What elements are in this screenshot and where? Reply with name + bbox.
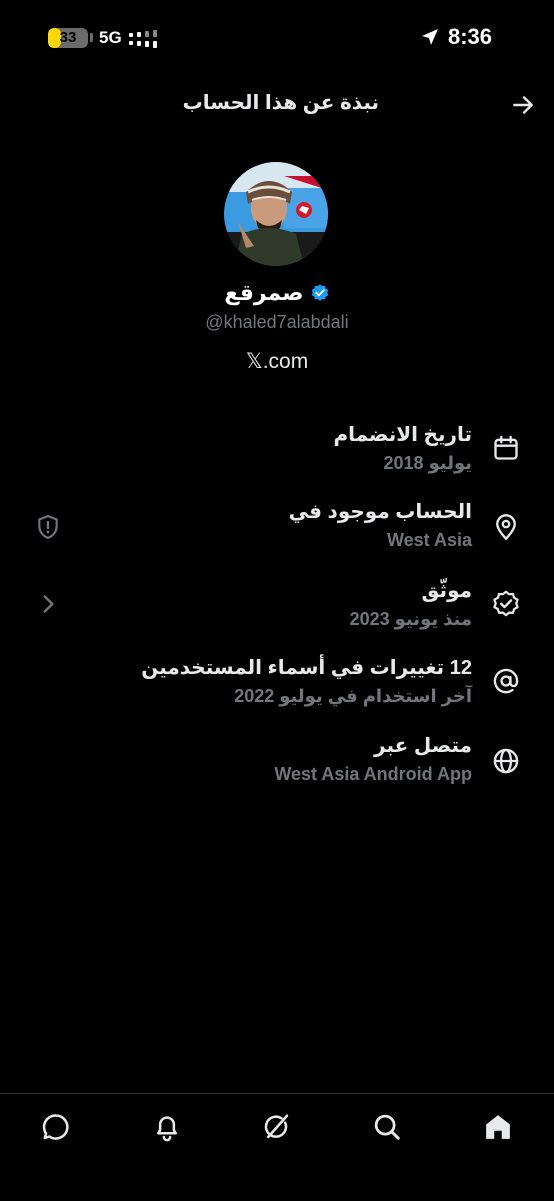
chat-icon[interactable] bbox=[41, 1112, 71, 1142]
grok-icon[interactable] bbox=[262, 1112, 292, 1142]
page-title: نبذة عن هذا الحساب bbox=[182, 92, 379, 114]
row-title: تاريخ الانضمام bbox=[333, 424, 472, 446]
row-account-location[interactable]: الحساب موجود في West Asia bbox=[0, 499, 554, 569]
row-join-date: تاريخ الانضمام يوليو 2018 bbox=[0, 422, 554, 492]
arrow-right-icon[interactable] bbox=[510, 92, 536, 118]
battery-tip bbox=[90, 33, 93, 42]
page-header: نبذة عن هذا الحساب bbox=[0, 74, 554, 134]
at-sign-icon bbox=[493, 668, 519, 694]
shield-alert-icon[interactable] bbox=[35, 514, 61, 540]
row-title: 12 تغييرات في أسماء المستخدمين bbox=[141, 657, 472, 679]
verified-outline-icon bbox=[493, 590, 519, 617]
row-username-changes: 12 تغييرات في أسماء المستخدمين آخر استخد… bbox=[0, 655, 554, 725]
display-name-row: صمرقع bbox=[0, 280, 554, 306]
status-bar: 33 5G 8:36 bbox=[0, 0, 554, 74]
row-subtitle: آخر استخدام في يوليو 2022 bbox=[234, 686, 472, 706]
calendar-icon bbox=[494, 435, 518, 460]
globe-icon bbox=[493, 748, 519, 774]
clock-time: 8:36 bbox=[447, 24, 492, 49]
row-subtitle: West Asia bbox=[386, 530, 472, 550]
bottom-nav bbox=[0, 1093, 554, 1201]
location-arrow-icon bbox=[421, 29, 438, 45]
website-link[interactable]: 𝕏.com bbox=[0, 349, 554, 374]
location-pin-icon bbox=[496, 514, 516, 541]
display-name: صمرقع bbox=[224, 280, 304, 305]
home-icon[interactable] bbox=[483, 1112, 513, 1142]
network-type: 5G bbox=[99, 28, 122, 47]
row-title: الحساب موجود في bbox=[288, 501, 472, 523]
signal-icon bbox=[129, 30, 157, 48]
battery-indicator: 33 bbox=[48, 28, 88, 48]
chevron-icon[interactable] bbox=[35, 591, 61, 617]
row-connected-via: متصل عبر West Asia Android App bbox=[0, 733, 554, 803]
row-subtitle: منذ يونيو 2023 bbox=[349, 609, 472, 629]
avatar[interactable] bbox=[224, 162, 328, 266]
row-subtitle: West Asia Android App bbox=[274, 764, 472, 784]
row-title: متصل عبر bbox=[374, 735, 472, 757]
row-verified[interactable]: موثّق منذ يونيو 2023 bbox=[0, 578, 554, 648]
row-subtitle: يوليو 2018 bbox=[383, 453, 472, 473]
verified-badge-icon bbox=[311, 284, 328, 301]
bell-icon[interactable] bbox=[152, 1112, 182, 1142]
search-icon[interactable] bbox=[372, 1112, 402, 1142]
battery-percent: 33 bbox=[59, 29, 77, 46]
user-handle: @khaled7alabdali bbox=[205, 312, 349, 332]
row-title: موثّق bbox=[421, 580, 472, 602]
